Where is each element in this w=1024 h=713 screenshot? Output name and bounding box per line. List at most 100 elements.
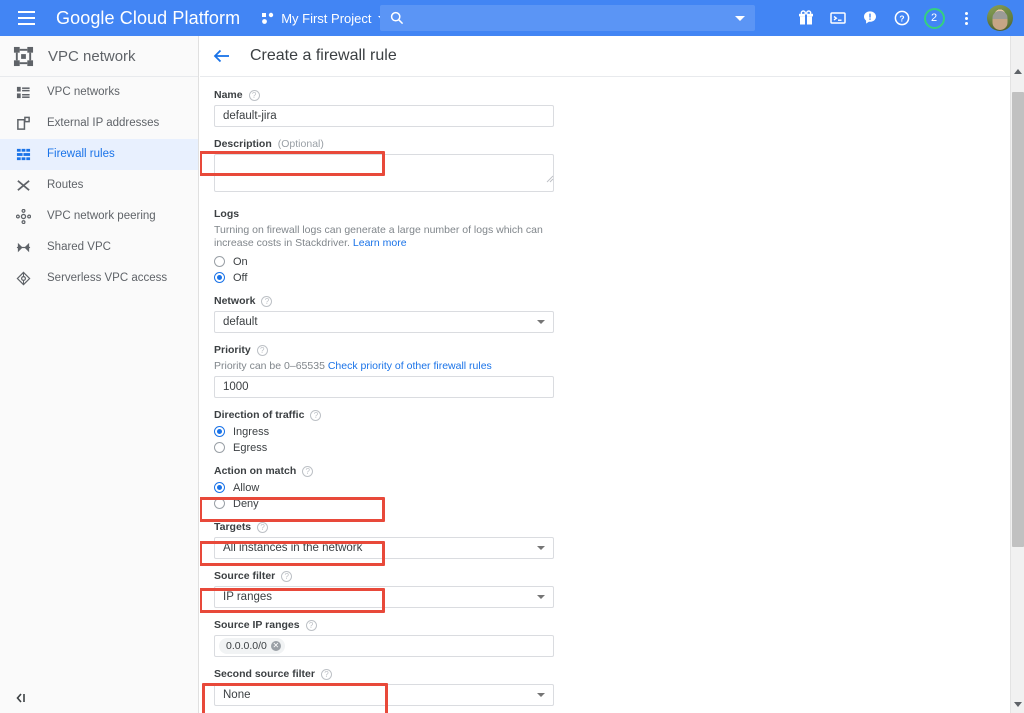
source-filter-label: Source filter ?: [214, 570, 1010, 582]
source-ip-ranges-input[interactable]: 0.0.0.0/0 ✕: [214, 635, 554, 657]
action-radio-allow[interactable]: Allow: [214, 481, 1010, 494]
action-on-match-section: Action on match ? Allow Deny: [214, 465, 1010, 510]
sidebar-item-label: VPC networks: [47, 85, 120, 98]
more-vertical-icon[interactable]: [951, 3, 981, 33]
action-label: Action on match ?: [214, 465, 1010, 477]
description-optional-tag: (Optional): [277, 138, 324, 150]
targets-select[interactable]: All instances in the network: [214, 537, 554, 559]
sidebar-item-firewall-rules[interactable]: Firewall rules: [0, 139, 198, 170]
logs-radio-off[interactable]: Off: [214, 271, 1010, 284]
radio-label: Deny: [233, 497, 259, 510]
sidebar-item-shared-vpc[interactable]: Shared VPC: [0, 232, 198, 263]
sidebar-item-label: Shared VPC: [47, 240, 111, 253]
sidebar-item-vpc-networks[interactable]: VPC networks: [0, 77, 198, 108]
sidebar-item-label: Serverless VPC access: [47, 271, 168, 284]
direction-of-traffic-section: Direction of traffic ? Ingress Egress: [214, 409, 1010, 454]
notifications-icon[interactable]: [855, 3, 885, 33]
radio-indicator: [214, 426, 225, 437]
help-icon[interactable]: ?: [310, 409, 322, 421]
search-dropdown-icon[interactable]: [735, 15, 745, 21]
chevron-down-icon: [537, 595, 545, 599]
name-input[interactable]: [214, 105, 554, 127]
sidebar-item-vpc-network-peering[interactable]: VPC network peering: [0, 201, 198, 232]
scroll-down-icon[interactable]: [1011, 697, 1024, 711]
radio-indicator: [214, 498, 225, 509]
priority-section: Priority ? Priority can be 0–65535 Check…: [214, 344, 1010, 398]
priority-label: Priority ?: [214, 344, 1010, 356]
top-app-bar: Google Cloud Platform My First Project ?…: [0, 0, 1024, 36]
cloud-shell-icon[interactable]: [823, 3, 853, 33]
targets-section: Targets ? All instances in the network: [214, 521, 1010, 559]
project-nodes-icon: [262, 12, 274, 24]
svg-text:?: ?: [899, 13, 904, 23]
scroll-thumb[interactable]: [1012, 92, 1024, 547]
second-source-filter-select[interactable]: None: [214, 684, 554, 706]
chevron-down-icon: [537, 546, 545, 550]
targets-selected-value: All instances in the network: [223, 542, 363, 554]
search-input[interactable]: [412, 9, 735, 27]
source-filter-select[interactable]: IP ranges: [214, 586, 554, 608]
targets-label: Targets ?: [214, 521, 1010, 533]
remove-chip-icon[interactable]: ✕: [270, 641, 281, 651]
help-icon[interactable]: ?: [256, 344, 268, 356]
logs-label: Logs: [214, 208, 240, 220]
sidebar-item-external-ip-addresses[interactable]: External IP addresses: [0, 108, 198, 139]
scroll-up-icon[interactable]: [1011, 64, 1024, 78]
firewall-rule-form: Name ? Description (Optional) Logs Turni: [200, 77, 1010, 713]
search-icon: [390, 11, 404, 25]
avatar[interactable]: [987, 5, 1013, 31]
notification-count-badge[interactable]: 2: [919, 3, 949, 33]
description-section: Description (Optional): [214, 138, 1010, 197]
help-icon[interactable]: ?: [261, 295, 273, 307]
project-selector[interactable]: My First Project: [262, 10, 388, 26]
help-icon[interactable]: ?: [248, 89, 260, 101]
second-source-filter-section: Second source filter ? None: [214, 668, 1010, 706]
description-textarea[interactable]: [214, 154, 554, 192]
vpc-peering-icon: [14, 208, 32, 226]
gift-icon[interactable]: [791, 3, 821, 33]
sidebar-item-label: External IP addresses: [47, 116, 160, 129]
radio-label: Egress: [233, 441, 268, 454]
help-icon[interactable]: ?: [302, 465, 314, 477]
logs-radio-on[interactable]: On: [214, 255, 1010, 268]
radio-label: On: [233, 255, 248, 268]
logs-hint: Turning on firewall logs can generate a …: [214, 224, 543, 249]
back-arrow-icon[interactable]: [212, 46, 232, 66]
sidebar-item-routes[interactable]: Routes: [0, 170, 198, 201]
help-icon[interactable]: ?: [305, 619, 317, 631]
sidebar: VPC network VPC networks External IP add…: [0, 36, 199, 713]
radio-label: Ingress: [233, 425, 270, 438]
chip-label: 0.0.0.0/0: [226, 640, 267, 652]
sidebar-item-label: Firewall rules: [47, 147, 115, 160]
help-icon[interactable]: ?: [257, 521, 269, 533]
search-bar[interactable]: [380, 5, 755, 31]
direction-radio-egress[interactable]: Egress: [214, 441, 1010, 454]
main-content: Create a firewall rule Name ? Descriptio…: [200, 36, 1010, 713]
serverless-vpc-icon: [14, 270, 32, 288]
logs-learn-more-link[interactable]: Learn more: [353, 237, 407, 249]
brand-title: Google Cloud Platform: [56, 7, 241, 28]
logs-section: Logs Turning on firewall logs can genera…: [214, 208, 1010, 284]
vpc-networks-icon: [14, 84, 32, 102]
action-radio-deny[interactable]: Deny: [214, 497, 1010, 510]
vertical-scrollbar[interactable]: [1010, 36, 1024, 713]
direction-radio-ingress[interactable]: Ingress: [214, 425, 1010, 438]
hamburger-icon[interactable]: [8, 0, 44, 36]
radio-indicator: [214, 272, 225, 283]
help-icon[interactable]: ?: [887, 3, 917, 33]
network-selected-value: default: [223, 316, 258, 328]
ip-range-chip: 0.0.0.0/0 ✕: [219, 638, 285, 654]
help-icon[interactable]: ?: [320, 668, 332, 680]
priority-input[interactable]: [214, 376, 554, 398]
project-name: My First Project: [281, 10, 372, 26]
sidebar-item-serverless-vpc-access[interactable]: Serverless VPC access: [0, 263, 198, 294]
name-section: Name ?: [214, 89, 1010, 127]
network-select[interactable]: default: [214, 311, 554, 333]
vpc-network-icon: [13, 46, 34, 66]
firewall-rules-icon: [14, 146, 32, 164]
collapse-panel-icon[interactable]: [14, 691, 28, 705]
chevron-down-icon: [537, 693, 545, 697]
help-icon[interactable]: ?: [281, 570, 293, 582]
check-priority-link[interactable]: Check priority of other firewall rules: [328, 360, 492, 372]
source-filter-section: Source filter ? IP ranges: [214, 570, 1010, 608]
